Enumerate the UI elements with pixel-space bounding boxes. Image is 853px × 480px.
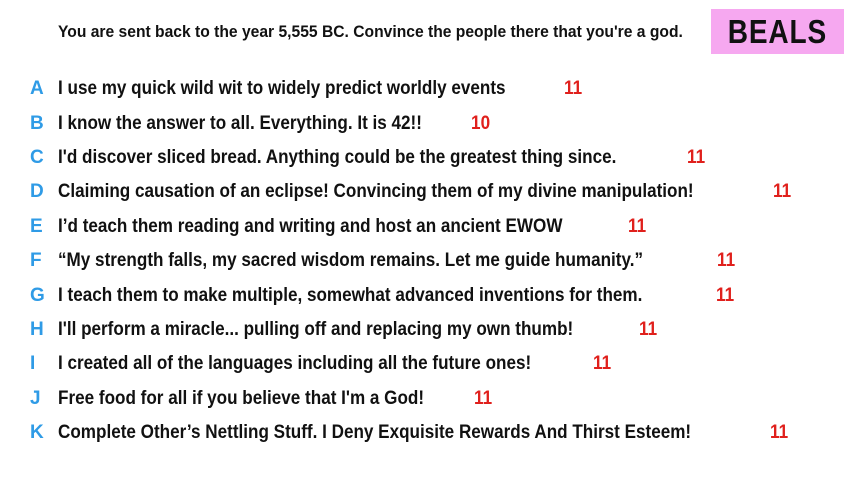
answer-letter: C [30, 146, 44, 168]
answer-letter: G [30, 284, 45, 306]
answer-row-c: C I'd discover sliced bread. Anything co… [30, 141, 792, 175]
answer-letter: F [30, 250, 42, 272]
answer-row-i: I I created all of the languages includi… [30, 347, 792, 381]
answer-row-j: J Free food for all if you believe that … [30, 382, 792, 416]
answer-text: Claiming causation of an eclipse! Convin… [58, 181, 694, 203]
answer-text: I teach them to make multiple, somewhat … [58, 284, 643, 306]
answer-text: Free food for all if you believe that I'… [58, 387, 425, 409]
answer-score: 11 [627, 215, 646, 237]
answer-letter: A [30, 78, 44, 100]
answer-row-a: A I use my quick wild wit to widely pred… [30, 72, 792, 106]
answer-letter: K [30, 422, 44, 444]
answer-letter: H [30, 318, 44, 340]
prompt-text: You are sent back to the year 5,555 BC. … [58, 22, 683, 41]
answer-letter: I [30, 353, 36, 375]
answer-letter: E [30, 215, 43, 237]
player-name: BEALS [727, 12, 828, 50]
answer-letter: J [30, 387, 41, 409]
answer-score: 11 [592, 353, 611, 375]
answer-text: Complete Other’s Nettling Stuff. I Deny … [58, 422, 692, 444]
answer-letter: D [30, 181, 44, 203]
answer-text: I'd discover sliced bread. Anything coul… [58, 146, 617, 168]
answer-score: 10 [471, 112, 491, 134]
answer-score: 11 [639, 318, 658, 340]
answer-row-g: G I teach them to make multiple, somewha… [30, 278, 792, 312]
answer-row-f: F “My strength falls, my sacred wisdom r… [30, 244, 792, 278]
answer-row-e: E I’d teach them reading and writing and… [30, 210, 792, 244]
answer-letter: B [30, 112, 44, 134]
answer-score: 11 [770, 422, 789, 444]
answer-score: 11 [716, 284, 735, 306]
answer-text: I’d teach them reading and writing and h… [58, 215, 563, 237]
answer-text: I created all of the languages including… [58, 353, 532, 375]
answer-score: 11 [773, 181, 792, 203]
answer-text: I know the answer to all. Everything. It… [58, 112, 422, 134]
answer-row-h: H I'll perform a miracle... pulling off … [30, 313, 792, 347]
answer-score: 11 [564, 78, 583, 100]
answer-score: 11 [717, 250, 736, 272]
answer-row-d: D Claiming causation of an eclipse! Conv… [30, 175, 792, 209]
player-name-badge: BEALS [711, 9, 844, 54]
answer-list: A I use my quick wild wit to widely pred… [30, 72, 792, 450]
answer-text: “My strength falls, my sacred wisdom rem… [58, 250, 644, 272]
answer-score: 11 [687, 146, 706, 168]
answer-text: I use my quick wild wit to widely predic… [58, 78, 506, 100]
answer-text: I'll perform a miracle... pulling off an… [58, 318, 574, 340]
answer-row-k: K Complete Other’s Nettling Stuff. I Den… [30, 416, 792, 450]
answer-row-b: B I know the answer to all. Everything. … [30, 106, 792, 140]
answer-score: 11 [473, 387, 492, 409]
